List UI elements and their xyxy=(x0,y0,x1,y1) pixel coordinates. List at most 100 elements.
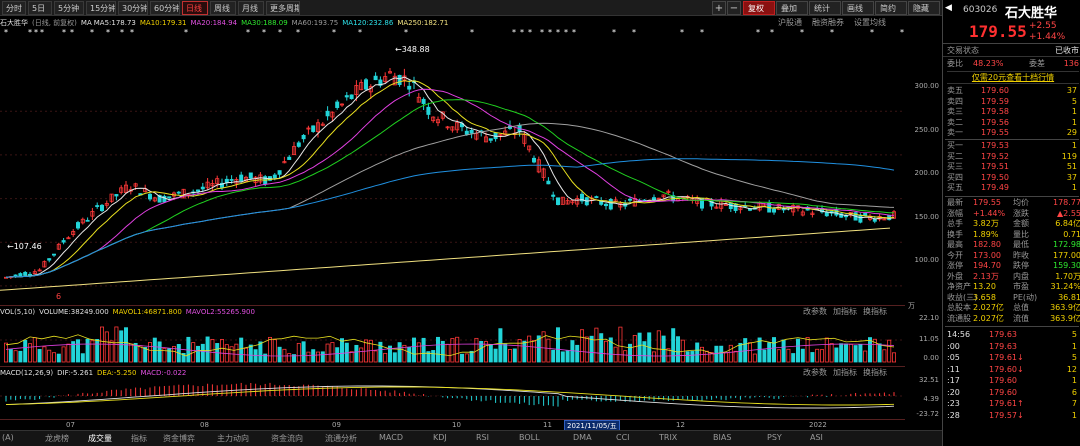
period-tab[interactable]: 分时 xyxy=(2,1,26,15)
event-star-icon[interactable]: * xyxy=(830,28,834,37)
diff-value: 136 xyxy=(1063,59,1079,68)
indicator-tab[interactable]: CCI xyxy=(616,433,630,442)
volume-bar xyxy=(829,343,834,363)
event-star-icon[interactable]: * xyxy=(548,28,552,37)
zoom-out-button[interactable]: − xyxy=(727,1,741,15)
event-star-icon[interactable]: * xyxy=(90,28,94,37)
period-tab[interactable]: 5日 xyxy=(28,1,52,15)
event-star-icon[interactable]: * xyxy=(262,28,266,37)
indicator-tab[interactable]: 资金流向 xyxy=(271,433,303,444)
indicator-tab[interactable]: 主力动向 xyxy=(217,433,249,444)
event-star-icon[interactable]: * xyxy=(632,28,636,37)
indicator-tab[interactable]: TRIX xyxy=(659,433,677,442)
indicator-tab[interactable]: 龙虎榜 xyxy=(45,433,69,444)
event-marker-6[interactable]: 6 xyxy=(56,292,61,301)
event-star-icon[interactable]: * xyxy=(572,28,576,37)
indicator-tab[interactable]: MACD xyxy=(379,433,403,442)
period-tab[interactable]: 周线 xyxy=(210,1,236,15)
indicator-tab[interactable]: DMA xyxy=(573,433,592,442)
event-star-icon[interactable]: * xyxy=(700,28,704,37)
hk-connect-link[interactable]: 沪股通 xyxy=(778,18,802,27)
indicator-tab[interactable]: 指标 xyxy=(131,433,147,444)
price-candlestick-chart[interactable] xyxy=(0,37,905,299)
stat-value-2: 6.84亿 xyxy=(1055,219,1080,228)
indicator-tab[interactable]: RSI xyxy=(476,433,489,442)
event-star-icon[interactable]: * xyxy=(278,28,282,37)
volume-bar xyxy=(42,346,47,363)
event-star-icon[interactable]: * xyxy=(680,28,684,37)
indicator-tab[interactable]: BOLL xyxy=(519,433,540,442)
event-star-icon[interactable]: * xyxy=(28,28,32,37)
period-tab[interactable]: 日线 xyxy=(182,1,208,15)
event-star-icon[interactable]: * xyxy=(34,28,38,37)
event-star-icon[interactable]: * xyxy=(770,28,774,37)
vol-add-indicator[interactable]: 加指标 xyxy=(833,307,857,316)
event-star-icon[interactable]: * xyxy=(296,28,300,37)
macd-switch-indicator[interactable]: 换指标 xyxy=(863,368,887,377)
indicator-tab[interactable]: PSY xyxy=(767,433,782,442)
candle-body xyxy=(863,212,868,216)
indicator-tab[interactable]: 资金博弈 xyxy=(163,433,195,444)
event-star-icon[interactable]: * xyxy=(512,28,516,37)
event-star-icon[interactable]: * xyxy=(564,28,568,37)
set-ma-link[interactable]: 设置均线 xyxy=(854,18,886,27)
period-tab[interactable]: 30分钟 xyxy=(118,1,148,15)
toolbar-button[interactable]: 统计 xyxy=(809,1,841,15)
period-tab[interactable]: 5分钟 xyxy=(54,1,84,15)
indicator-tab[interactable]: 成交量 xyxy=(88,433,112,444)
event-star-icon[interactable]: * xyxy=(800,28,804,37)
event-star-icon[interactable]: * xyxy=(358,28,362,37)
event-star-icon[interactable]: * xyxy=(520,28,524,37)
toolbar-button[interactable]: 画线 xyxy=(842,1,874,15)
toolbar-button[interactable]: 隐藏 xyxy=(908,1,940,15)
bid-price: 179.50 xyxy=(981,172,1009,182)
stat-value: 3.82万 xyxy=(973,219,999,228)
event-star-icon[interactable]: * xyxy=(470,28,474,37)
event-star-icon[interactable]: * xyxy=(404,28,408,37)
event-star-icon[interactable]: * xyxy=(528,28,532,37)
volume-bar xyxy=(767,342,772,363)
volume-bar xyxy=(791,353,796,363)
indicator-tab[interactable]: (A) xyxy=(2,433,14,442)
macd-add-indicator[interactable]: 加指标 xyxy=(833,368,857,377)
macd-chart[interactable] xyxy=(0,378,905,418)
event-star-icon[interactable]: * xyxy=(62,28,66,37)
event-star-icon[interactable]: * xyxy=(540,28,544,37)
event-star-icon[interactable]: * xyxy=(612,28,616,37)
margin-trading-link[interactable]: 融资融券 xyxy=(812,18,844,27)
period-tab[interactable]: 更多周期 xyxy=(266,1,300,15)
period-tab[interactable]: 月线 xyxy=(238,1,264,15)
indicator-tab[interactable]: KDJ xyxy=(433,433,447,442)
volume-bar xyxy=(844,343,849,363)
indicator-tab[interactable]: BIAS xyxy=(713,433,731,442)
event-star-icon[interactable]: * xyxy=(900,28,904,37)
event-star-icon[interactable]: * xyxy=(556,28,560,37)
volume-bar xyxy=(469,350,474,363)
period-tab[interactable]: 60分钟 xyxy=(150,1,180,15)
event-star-icon[interactable]: * xyxy=(120,28,124,37)
level10-promo-link[interactable]: 仅需20元查看十档行情 xyxy=(947,71,1079,84)
indicator-tab[interactable]: 流通分析 xyxy=(325,433,357,444)
back-icon[interactable]: ◀ xyxy=(945,3,952,13)
vol-edit-params[interactable]: 改参数 xyxy=(803,307,827,316)
event-star-icon[interactable]: * xyxy=(756,28,760,37)
event-star-icon[interactable]: * xyxy=(184,28,188,37)
vol-switch-indicator[interactable]: 换指标 xyxy=(863,307,887,316)
indicator-tab[interactable]: ASI xyxy=(810,433,823,442)
adjust-button[interactable]: 复权 xyxy=(743,1,775,15)
event-star-icon[interactable]: * xyxy=(70,28,74,37)
event-star-icon[interactable]: * xyxy=(106,28,110,37)
event-star-icon[interactable]: * xyxy=(130,28,134,37)
bid-price: 179.51 xyxy=(981,162,1009,171)
toolbar-button[interactable]: 叠加 xyxy=(776,1,808,15)
macd-edit-params[interactable]: 改参数 xyxy=(803,368,827,377)
toolbar-button[interactable]: 简约 xyxy=(875,1,907,15)
event-star-icon[interactable]: * xyxy=(332,28,336,37)
event-star-icon[interactable]: * xyxy=(4,28,8,37)
event-star-icon[interactable]: * xyxy=(246,28,250,37)
volume-bar-chart[interactable] xyxy=(0,318,905,363)
zoom-in-button[interactable]: + xyxy=(712,1,726,15)
event-star-icon[interactable]: * xyxy=(40,28,44,37)
event-star-icon[interactable]: * xyxy=(870,28,874,37)
period-tab[interactable]: 15分钟 xyxy=(86,1,116,15)
